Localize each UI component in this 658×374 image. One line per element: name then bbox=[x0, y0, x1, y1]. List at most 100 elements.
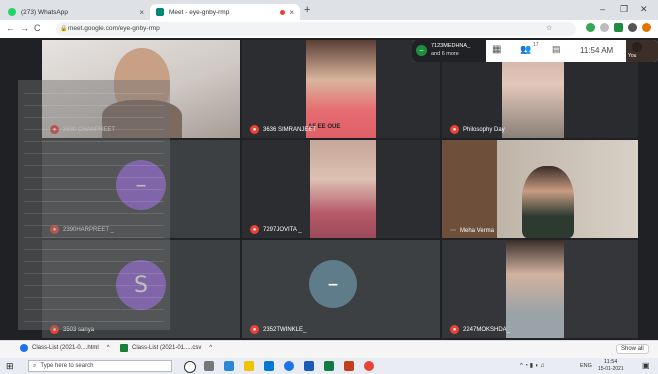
lock-icon: 🔒 bbox=[60, 26, 68, 32]
list-item bbox=[24, 136, 164, 142]
address-bar[interactable]: 🔒 meet.google.com/eye-gnby-rmp ☆ bbox=[56, 22, 576, 36]
download-item[interactable]: Class-List (2021-0....html ^ bbox=[20, 344, 110, 352]
word-icon[interactable] bbox=[304, 361, 314, 371]
browser-tab-strip: (273) WhatsApp × Meet - eye-gnby-rmp × +… bbox=[0, 0, 658, 20]
reload-button[interactable]: C bbox=[34, 23, 41, 33]
tab-label: Meet - eye-gnby-rmp bbox=[169, 8, 230, 16]
list-item bbox=[24, 292, 164, 298]
powerpoint-icon[interactable] bbox=[344, 361, 354, 371]
new-tab-button[interactable]: + bbox=[304, 4, 310, 16]
list-item bbox=[24, 148, 164, 154]
self-view[interactable]: You bbox=[626, 40, 658, 62]
extension-icon[interactable] bbox=[600, 23, 609, 32]
tab-close-icon[interactable]: × bbox=[139, 8, 144, 17]
back-button[interactable]: ← bbox=[6, 23, 15, 33]
participant-avatar: – bbox=[309, 260, 357, 308]
list-item bbox=[24, 100, 164, 106]
meeting-time: 11:54 AM bbox=[580, 46, 614, 55]
profile-avatar[interactable] bbox=[642, 23, 651, 32]
participant-tile[interactable]: ⋯ Meha Verma bbox=[442, 140, 638, 238]
tab-whatsapp[interactable]: (273) WhatsApp × bbox=[2, 4, 150, 20]
participant-tile[interactable]: ● 2247MOKSHDA_ bbox=[442, 240, 638, 338]
participant-video bbox=[522, 166, 574, 238]
participant-name: ● 7297JOVITA _ bbox=[250, 225, 302, 234]
star-icon[interactable]: ☆ bbox=[546, 24, 552, 32]
chrome-icon[interactable] bbox=[284, 361, 294, 371]
clock-date[interactable]: 15-01-2021 bbox=[598, 366, 624, 372]
browser-toolbar: ← → C 🔒 meet.google.com/eye-gnby-rmp ☆ bbox=[0, 20, 658, 39]
participant-video bbox=[506, 240, 564, 338]
mic-off-icon: ● bbox=[250, 325, 259, 334]
participant-tile[interactable]: – ● 2352TWINKLE_ bbox=[242, 240, 440, 338]
list-item bbox=[24, 220, 164, 226]
windows-start-icon[interactable]: ⊞ bbox=[6, 361, 14, 372]
list-item bbox=[24, 112, 164, 118]
mic-off-icon: ● bbox=[450, 125, 459, 134]
list-item bbox=[24, 256, 164, 262]
excel-icon[interactable] bbox=[324, 361, 334, 371]
people-icon[interactable]: 👥 bbox=[520, 44, 531, 55]
participant-tile[interactable]: AF EE OUE ● 3636 SIMRANJEET bbox=[242, 40, 440, 138]
more-options-icon[interactable]: ⋯ bbox=[450, 227, 456, 234]
presenter-chip[interactable]: – 7123MEDHNA_ and 6 more bbox=[412, 40, 486, 62]
clock-time[interactable]: 11:54 bbox=[604, 359, 617, 365]
list-item bbox=[24, 232, 164, 238]
downloads-bar: Class-List (2021-0....html ^ Class-List … bbox=[0, 340, 658, 359]
participant-tile[interactable]: ● 7297JOVITA _ bbox=[242, 140, 440, 238]
overlay-list-panel bbox=[18, 80, 170, 330]
chevron-up-icon[interactable]: ^ bbox=[107, 345, 110, 351]
minimize-button[interactable]: – bbox=[600, 4, 605, 14]
participant-name: ● Philosophy Day bbox=[450, 125, 505, 134]
cortana-icon[interactable] bbox=[184, 361, 196, 373]
taskbar-search-input[interactable]: ⌕ Type here to search bbox=[28, 360, 172, 372]
people-count: 17 bbox=[533, 42, 539, 48]
task-view-icon[interactable] bbox=[204, 361, 214, 371]
tab-close-icon[interactable]: × bbox=[289, 8, 294, 17]
file-explorer-icon[interactable] bbox=[244, 361, 254, 371]
participant-name: ● 2352TWINKLE_ bbox=[250, 325, 306, 334]
meet-top-bar: – 7123MEDHNA_ and 6 more ▦ 👥 17 ▤ 11:54 … bbox=[412, 40, 658, 62]
whatsapp-icon bbox=[8, 8, 16, 16]
puzzle-icon[interactable] bbox=[628, 23, 637, 32]
participant-name: ● 3636 SIMRANJEET bbox=[250, 125, 316, 134]
list-item bbox=[24, 280, 164, 286]
chevron-up-icon[interactable]: ^ bbox=[209, 345, 212, 351]
download-item[interactable]: Class-List (2021-01.....csv ^ bbox=[120, 344, 212, 352]
list-item bbox=[24, 316, 164, 322]
maximize-button[interactable]: ❐ bbox=[620, 4, 628, 15]
list-item bbox=[24, 304, 164, 310]
close-window-button[interactable]: ✕ bbox=[640, 4, 648, 15]
check-icon[interactable] bbox=[614, 23, 623, 32]
self-video bbox=[632, 42, 642, 52]
tab-label: (273) WhatsApp bbox=[21, 8, 68, 16]
language-indicator[interactable]: ENG bbox=[580, 363, 592, 369]
tab-meet[interactable]: Meet - eye-gnby-rmp × bbox=[150, 4, 300, 20]
list-item bbox=[24, 208, 164, 214]
chat-icon[interactable]: ▤ bbox=[552, 44, 561, 55]
url-text: meet.google.com/eye-gnby-rmp bbox=[68, 25, 160, 32]
recording-dot-icon bbox=[280, 9, 286, 15]
windows-taskbar: ⊞ ⌕ Type here to search ^ ◔ ▮ ◖ ♫ ENG 11… bbox=[0, 358, 658, 374]
list-item bbox=[24, 196, 164, 202]
participant-name: ● 2247MOKSHDA_ bbox=[450, 325, 510, 334]
extension-icon[interactable] bbox=[586, 23, 595, 32]
presenter-name: 7123MEDHNA_ bbox=[431, 43, 471, 49]
list-item bbox=[24, 172, 164, 178]
chrome-icon[interactable] bbox=[364, 361, 374, 371]
store-icon[interactable] bbox=[264, 361, 274, 371]
presenter-more: and 6 more bbox=[431, 51, 459, 57]
tray-icons[interactable]: ^ ◔ ▮ ◖ ♫ bbox=[520, 362, 545, 369]
participant-name: ⋯ Meha Verma bbox=[450, 227, 495, 235]
list-item bbox=[24, 124, 164, 130]
list-item bbox=[24, 88, 164, 94]
layout-icon[interactable]: ▦ bbox=[492, 44, 501, 55]
edge-icon[interactable] bbox=[224, 361, 234, 371]
notifications-icon[interactable]: ▣ bbox=[642, 361, 650, 370]
list-item bbox=[24, 244, 164, 250]
show-all-button[interactable]: Show all bbox=[616, 344, 649, 354]
mic-off-icon: ● bbox=[450, 325, 459, 334]
forward-button[interactable]: → bbox=[20, 23, 29, 33]
self-label: You bbox=[628, 53, 637, 59]
list-item bbox=[24, 160, 164, 166]
list-item bbox=[24, 184, 164, 190]
